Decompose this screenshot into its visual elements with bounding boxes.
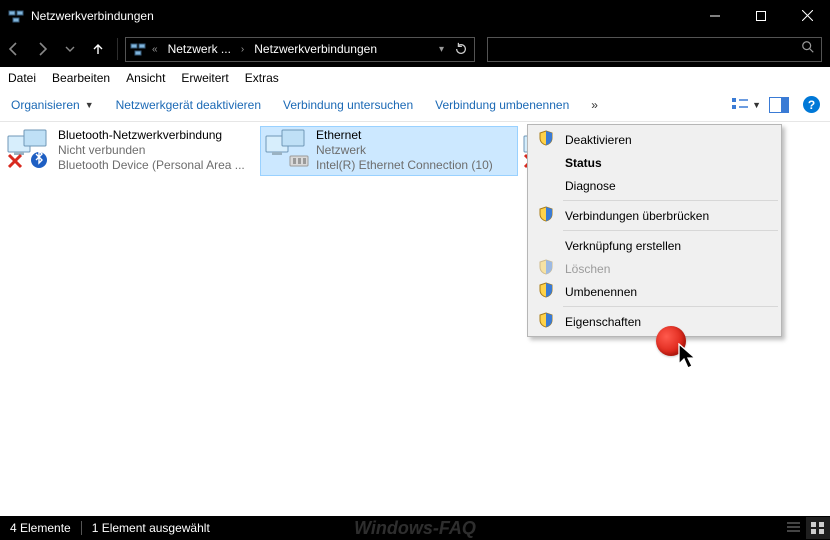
item-status: Netzwerk bbox=[316, 143, 493, 158]
ctx-separator bbox=[563, 200, 778, 201]
recent-button[interactable] bbox=[56, 35, 84, 63]
search-box[interactable] bbox=[487, 37, 822, 62]
ctx-diagnose[interactable]: Diagnose bbox=[530, 174, 779, 197]
ctx-properties[interactable]: Eigenschaften bbox=[530, 310, 779, 333]
ctx-delete: Löschen bbox=[530, 257, 779, 280]
breadcrumb-level1[interactable]: Netzwerk ... bbox=[162, 38, 237, 61]
nav-separator bbox=[117, 38, 118, 60]
breadcrumb-level2[interactable]: Netzwerkverbindungen bbox=[248, 38, 383, 61]
network-item-bluetooth[interactable]: Bluetooth-Netzwerkverbindung Nicht verbu… bbox=[2, 126, 260, 176]
nav-bar: « Netzwerk ... › Netzwerkverbindungen ▾ bbox=[0, 31, 830, 67]
large-icons-view-button[interactable] bbox=[806, 517, 830, 539]
ctx-create-shortcut[interactable]: Verknüpfung erstellen bbox=[530, 234, 779, 257]
ethernet-adapter-icon bbox=[264, 128, 312, 172]
status-count: 4 Elemente bbox=[0, 521, 81, 535]
ctx-rename[interactable]: Umbenennen bbox=[530, 280, 779, 303]
cmd-disable-device[interactable]: Netzwerkgerät deaktivieren bbox=[105, 88, 272, 121]
context-menu: Deaktivieren Status Diagnose Verbindunge… bbox=[527, 124, 782, 337]
item-device: Intel(R) Ethernet Connection (10) bbox=[316, 158, 493, 173]
refresh-button[interactable] bbox=[448, 42, 474, 56]
cmd-overflow[interactable]: » bbox=[580, 88, 609, 121]
menu-bar: Datei Bearbeiten Ansicht Erweitert Extra… bbox=[0, 67, 830, 88]
menu-view[interactable]: Ansicht bbox=[118, 67, 173, 88]
search-icon bbox=[801, 40, 815, 59]
item-status: Nicht verbunden bbox=[58, 143, 245, 158]
cmd-organize[interactable]: Organisieren▼ bbox=[0, 88, 105, 121]
cursor-icon bbox=[678, 343, 700, 376]
window-title: Netzwerkverbindungen bbox=[31, 9, 154, 23]
window-icon bbox=[8, 8, 24, 24]
menu-file[interactable]: Datei bbox=[0, 67, 44, 88]
ctx-disable[interactable]: Deaktivieren bbox=[530, 128, 779, 151]
shield-icon bbox=[538, 259, 554, 278]
shield-icon bbox=[538, 312, 554, 331]
cmd-rename[interactable]: Verbindung umbenennen bbox=[424, 88, 580, 121]
cmd-diagnose[interactable]: Verbindung untersuchen bbox=[272, 88, 424, 121]
close-button[interactable] bbox=[784, 0, 830, 31]
maximize-button[interactable] bbox=[738, 0, 784, 31]
ctx-separator bbox=[563, 230, 778, 231]
item-device: Bluetooth Device (Personal Area ... bbox=[58, 158, 245, 173]
content-area: Bluetooth-Netzwerkverbindung Nicht verbu… bbox=[0, 122, 830, 516]
network-item-ethernet[interactable]: Ethernet Netzwerk Intel(R) Ethernet Conn… bbox=[260, 126, 518, 176]
help-button[interactable]: ? bbox=[803, 96, 820, 113]
up-button[interactable] bbox=[84, 35, 112, 63]
command-bar: Organisieren▼ Netzwerkgerät deaktivieren… bbox=[0, 88, 830, 122]
back-button[interactable] bbox=[0, 35, 28, 63]
menu-advanced[interactable]: Erweitert bbox=[173, 67, 236, 88]
address-bar[interactable]: « Netzwerk ... › Netzwerkverbindungen ▾ bbox=[125, 37, 475, 62]
preview-pane-button[interactable] bbox=[764, 93, 794, 117]
view-options-button[interactable]: ▼ bbox=[731, 93, 761, 117]
breadcrumb-root-chevron[interactable]: « bbox=[148, 44, 162, 55]
status-bar: Windows-FAQ 4 Elemente 1 Element ausgewä… bbox=[0, 516, 830, 540]
item-name: Bluetooth-Netzwerkverbindung bbox=[58, 128, 245, 143]
shield-icon bbox=[538, 282, 554, 301]
address-dropdown[interactable]: ▾ bbox=[435, 44, 448, 55]
titlebar: Netzwerkverbindungen bbox=[0, 0, 830, 31]
ctx-separator bbox=[563, 306, 778, 307]
shield-icon bbox=[538, 206, 554, 225]
forward-button[interactable] bbox=[28, 35, 56, 63]
shield-icon bbox=[538, 130, 554, 149]
menu-edit[interactable]: Bearbeiten bbox=[44, 67, 118, 88]
ctx-status[interactable]: Status bbox=[530, 151, 779, 174]
breadcrumb-chevron[interactable]: › bbox=[237, 44, 248, 55]
details-view-button[interactable] bbox=[782, 517, 806, 539]
minimize-button[interactable] bbox=[692, 0, 738, 31]
address-icon bbox=[130, 41, 146, 57]
status-selected: 1 Element ausgewählt bbox=[82, 521, 220, 535]
menu-extras[interactable]: Extras bbox=[237, 67, 287, 88]
ctx-bridge[interactable]: Verbindungen überbrücken bbox=[530, 204, 779, 227]
item-name: Ethernet bbox=[316, 128, 493, 143]
bluetooth-adapter-icon bbox=[6, 128, 54, 172]
